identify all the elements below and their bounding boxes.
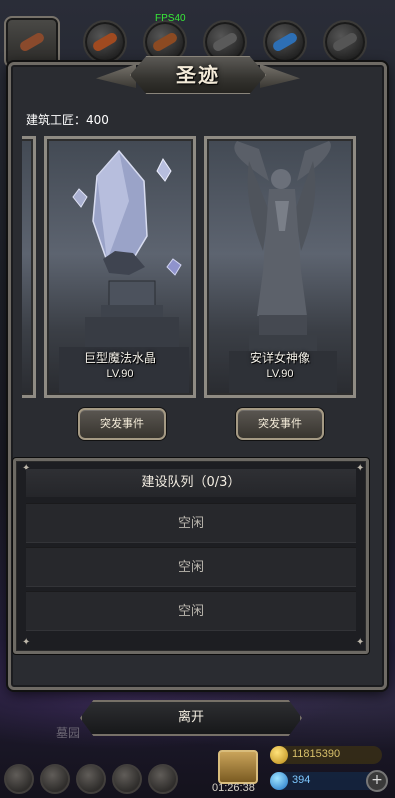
tab-hero[interactable] <box>83 20 127 64</box>
queue-slot[interactable]: 空闲 <box>26 591 356 631</box>
timer: 01:26:38 <box>212 782 255 794</box>
menu-round-button[interactable] <box>4 764 34 794</box>
building-card-goddess[interactable]: 安详女神像 LV.90 <box>204 136 356 398</box>
building-card-crystal[interactable]: 巨型魔法水晶 LV.90 <box>44 136 196 398</box>
menu-round-button[interactable] <box>76 764 106 794</box>
corner-ornament-icon: ✦ <box>22 637 31 648</box>
gold-coin-icon <box>270 746 288 764</box>
gauntlet-icon <box>211 31 239 53</box>
menu-round-button[interactable] <box>112 764 142 794</box>
partial-location-label: 墓园 <box>56 726 81 740</box>
build-queue-panel: ✦ ✦ ✦ ✦ 建设队列（0/3） 空闲 空闲 空闲 <box>13 458 369 654</box>
panel-title: 圣迹 <box>176 63 220 87</box>
menu-round-button[interactable] <box>148 764 178 794</box>
event-button-crystal[interactable]: 突发事件 <box>78 408 166 440</box>
menu-round-button[interactable] <box>40 764 70 794</box>
hammer-icon <box>18 31 46 53</box>
building-level: LV.90 <box>266 368 294 380</box>
scroll-icon <box>151 31 179 53</box>
tab-magic[interactable] <box>263 20 307 64</box>
tab-other[interactable] <box>323 20 367 64</box>
building-art <box>22 141 31 393</box>
sword-icon <box>91 31 119 53</box>
building-card-previous[interactable] <box>22 136 36 398</box>
gem-value: 394 <box>292 774 311 786</box>
building-level: LV.90 <box>106 368 134 380</box>
corner-ornament-icon: ✦ <box>356 637 365 648</box>
building-carousel[interactable]: 巨型魔法水晶 LV.90 安详女神像 LV.90 <box>22 136 374 400</box>
shield-icon <box>331 31 359 53</box>
leave-button[interactable]: 离开 <box>80 700 302 736</box>
castle-emblem-icon[interactable] <box>218 750 258 784</box>
add-currency-button[interactable]: + <box>366 770 388 792</box>
building-name: 安详女神像 <box>249 351 310 365</box>
craftsman-count: 建筑工匠：400 <box>26 113 109 127</box>
queue-slot[interactable]: 空闲 <box>26 503 356 543</box>
corner-ornament-icon: ✦ <box>356 463 365 474</box>
event-button-goddess[interactable]: 突发事件 <box>236 408 324 440</box>
tab-building[interactable] <box>4 16 60 68</box>
build-queue-title: 建设队列（0/3） <box>26 469 356 497</box>
queue-slot[interactable]: 空闲 <box>26 547 356 587</box>
gold-value: 11815390 <box>292 748 341 760</box>
fps-counter: FPS40 <box>155 13 186 24</box>
building-name: 巨型魔法水晶 <box>83 351 156 365</box>
crystal-icon <box>271 31 299 53</box>
gem-icon <box>270 772 288 790</box>
